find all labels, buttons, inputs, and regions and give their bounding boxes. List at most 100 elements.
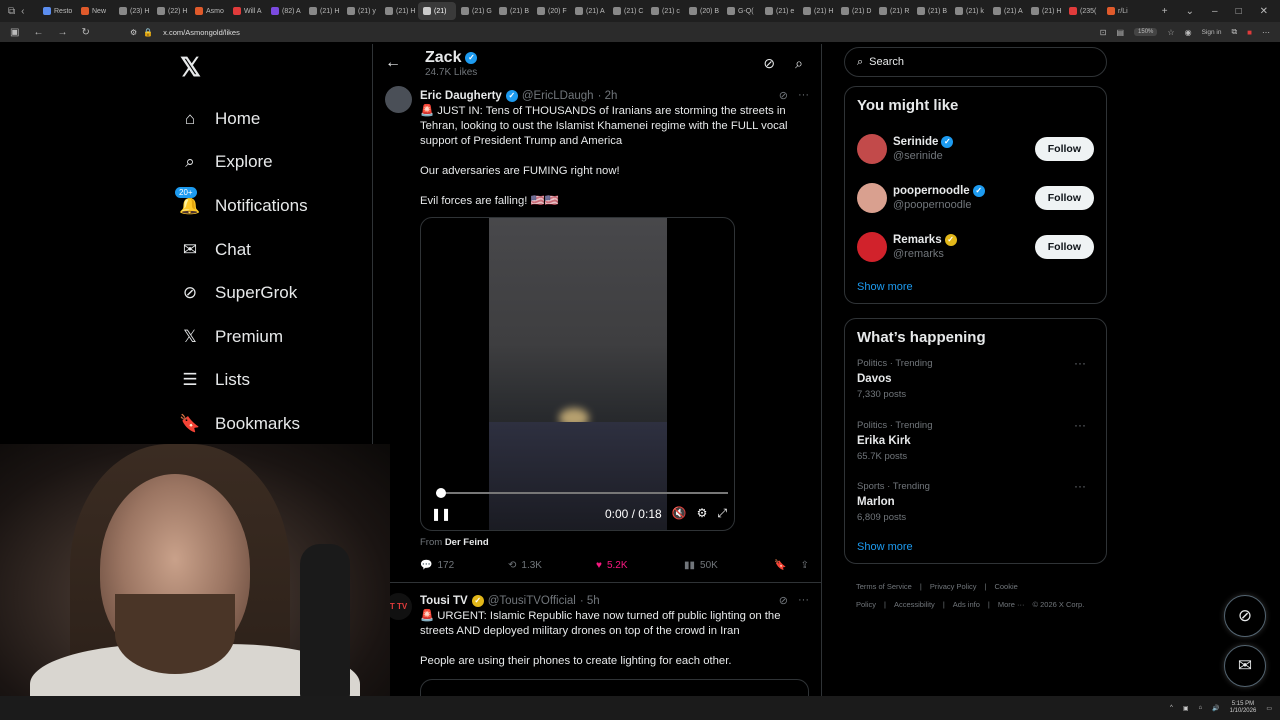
more-options-icon[interactable]: ··· <box>1074 356 1086 370</box>
avatar[interactable] <box>857 182 887 213</box>
avatar[interactable] <box>857 133 887 164</box>
browser-tab[interactable]: (235( <box>1064 2 1102 20</box>
url-field[interactable]: x.com/Asmongold/likes <box>163 28 240 37</box>
trend-item[interactable]: Politics · Trending Davos 7,330 posts ··· <box>857 356 1094 418</box>
suggestion-name[interactable]: Remarks <box>893 234 942 246</box>
browser-tab[interactable]: (21) H <box>798 2 836 20</box>
tweet[interactable]: T TV Tousi TV ✓ @TousiTVOfficial · 5h ⊘ … <box>373 583 821 696</box>
browser-tab[interactable]: (21) y <box>342 2 380 20</box>
settings-gear-icon[interactable]: ⚙ <box>697 506 708 521</box>
suggestion-row[interactable]: Remarks ✓ @remarks Follow <box>857 222 1094 271</box>
footer-link[interactable]: Terms of Service <box>856 582 912 591</box>
browser-tab[interactable]: (21) A <box>570 2 608 20</box>
footer-link[interactable]: Privacy Policy <box>930 582 977 591</box>
grok-icon[interactable]: ⊘ <box>763 55 775 72</box>
tweet-time[interactable]: · 2h <box>598 90 618 102</box>
browser-tab[interactable]: (21) k <box>950 2 988 20</box>
browser-tab[interactable]: (21) B <box>494 2 532 20</box>
notification-center-icon[interactable]: ▭ <box>1266 705 1272 712</box>
footer-link[interactable]: Accessibility <box>894 600 935 609</box>
follow-button[interactable]: Follow <box>1034 136 1094 161</box>
messages-fab-button[interactable]: ✉ <box>1224 645 1266 687</box>
browser-tab[interactable]: r/Li <box>1102 2 1140 20</box>
suggestion-handle[interactable]: @remarks <box>893 248 957 260</box>
video-player[interactable]: ❚❚ 0:00 / 0:18 🔇 ⚙ ⤢ <box>420 217 735 531</box>
browser-tab[interactable]: (21) H <box>1026 2 1064 20</box>
grok-icon[interactable]: ⊘ <box>779 89 788 102</box>
more-options-icon[interactable]: ··· <box>798 594 809 607</box>
browser-tab[interactable]: (21) H <box>380 2 418 20</box>
trend-item[interactable]: Sports · Trending Marlon 6,809 posts ··· <box>857 479 1094 541</box>
video-progress-knob[interactable] <box>436 488 446 498</box>
bookmark-icon[interactable]: 🔖 <box>774 560 786 571</box>
favorite-star-icon[interactable]: ☆ <box>1167 28 1174 37</box>
zoom-level[interactable]: 150% <box>1134 28 1158 36</box>
suggestion-name[interactable]: poopernoodle <box>893 185 970 197</box>
forward-arrow-icon[interactable]: → <box>57 27 67 38</box>
extensions-icon[interactable]: ⧉ <box>1231 27 1237 37</box>
grok-icon[interactable]: ⊘ <box>779 594 788 607</box>
views-button[interactable]: ▮▮ 50K <box>684 560 772 571</box>
profile-icon[interactable]: ◉ <box>1185 28 1192 37</box>
more-options-icon[interactable]: ··· <box>798 89 809 102</box>
tweet-author-handle[interactable]: @EricLDaugh <box>522 90 594 102</box>
browser-tab[interactable]: (21) C <box>608 2 646 20</box>
sidebar-toggle-icon[interactable]: ▣ <box>10 27 19 38</box>
tweet[interactable]: Eric Daugherty ✓ @EricLDaugh · 2h ⊘ ··· … <box>373 82 821 583</box>
reader-icon[interactable]: ▤ <box>1116 28 1124 37</box>
browser-tab[interactable]: Asmo <box>190 2 228 20</box>
nav-item-home[interactable]: ⌂ Home <box>170 97 370 141</box>
footer-link[interactable]: © 2026 X Corp. <box>1033 600 1085 609</box>
volume-icon[interactable]: 🔊 <box>1212 705 1219 712</box>
nav-item-chat[interactable]: ✉ Chat <box>170 228 370 272</box>
browser-tab[interactable]: G-Q( <box>722 2 760 20</box>
trend-item[interactable]: Politics · Trending Erika Kirk 65.7K posts… <box>857 418 1094 480</box>
tweet-author-handle[interactable]: @TousiTVOfficial <box>488 595 576 607</box>
browser-tab[interactable]: (20) B <box>684 2 722 20</box>
close-icon[interactable]: ✕ <box>1260 6 1268 17</box>
tweet-author-name[interactable]: Tousi TV <box>420 595 468 607</box>
network-icon[interactable]: ⌂ <box>1199 705 1203 711</box>
video-progress-bar[interactable] <box>436 488 728 498</box>
minimize-icon[interactable]: – <box>1212 6 1218 17</box>
reply-button[interactable]: 💬 172 <box>420 560 508 571</box>
nav-item-bookmarks[interactable]: 🔖 Bookmarks <box>170 402 370 446</box>
suggestion-row[interactable]: poopernoodle ✓ @poopernoodle Follow <box>857 173 1094 222</box>
browser-menu-icon[interactable]: ⋯ <box>1262 28 1270 37</box>
suggestion-handle[interactable]: @poopernoodle <box>893 199 985 211</box>
tweet-author-name[interactable]: Eric Daugherty <box>420 90 502 102</box>
suggestion-handle[interactable]: @serinide <box>893 150 953 162</box>
browser-tab[interactable]: New <box>76 2 114 20</box>
browser-tab[interactable]: (21) D <box>836 2 874 20</box>
tab-menu-icon[interactable]: ⌄ <box>1186 6 1194 17</box>
browser-tab[interactable]: (21) B <box>912 2 950 20</box>
tab-list-icon[interactable]: ⧉ <box>8 6 15 17</box>
footer-link[interactable]: Ads info <box>953 600 980 609</box>
nav-item-lists[interactable]: ☰ Lists <box>170 359 370 403</box>
site-info-icon[interactable]: ⚙ <box>130 28 137 37</box>
browser-tab[interactable]: Resto <box>38 2 76 20</box>
follow-button[interactable]: Follow <box>1034 234 1094 259</box>
follow-button[interactable]: Follow <box>1034 185 1094 210</box>
reload-icon[interactable]: ↻ <box>81 27 89 38</box>
footer-link[interactable]: More ··· <box>998 600 1025 609</box>
share-icon[interactable]: ⇪ <box>801 560 809 571</box>
new-tab-icon[interactable]: + <box>1162 6 1168 17</box>
avatar[interactable] <box>385 86 412 113</box>
suggestion-row[interactable]: Serinide ✓ @serinide Follow <box>857 124 1094 173</box>
fullscreen-icon[interactable]: ⤢ <box>717 506 727 521</box>
more-options-icon[interactable]: ··· <box>1074 479 1086 493</box>
tray-app-icon[interactable]: ▣ <box>1183 705 1189 712</box>
browser-tab[interactable]: (21) e <box>760 2 798 20</box>
x-logo-icon[interactable]: 𝕏 <box>180 52 370 83</box>
video-source-name[interactable]: Der Feind <box>445 537 489 548</box>
browser-tab[interactable]: (21) A <box>988 2 1026 20</box>
show-more-link[interactable]: Show more <box>857 281 1094 293</box>
sign-in-button[interactable]: Sign in <box>1202 29 1222 36</box>
browser-tab[interactable]: (21) H <box>304 2 342 20</box>
browser-tab[interactable]: (20) F <box>532 2 570 20</box>
browser-tab[interactable]: Will A <box>228 2 266 20</box>
search-input[interactable]: ⌕ Search <box>844 47 1107 77</box>
nav-item-notifications[interactable]: 🔔 20+ Notifications <box>170 184 370 228</box>
like-button[interactable]: ♥ 5.2K <box>596 560 684 571</box>
